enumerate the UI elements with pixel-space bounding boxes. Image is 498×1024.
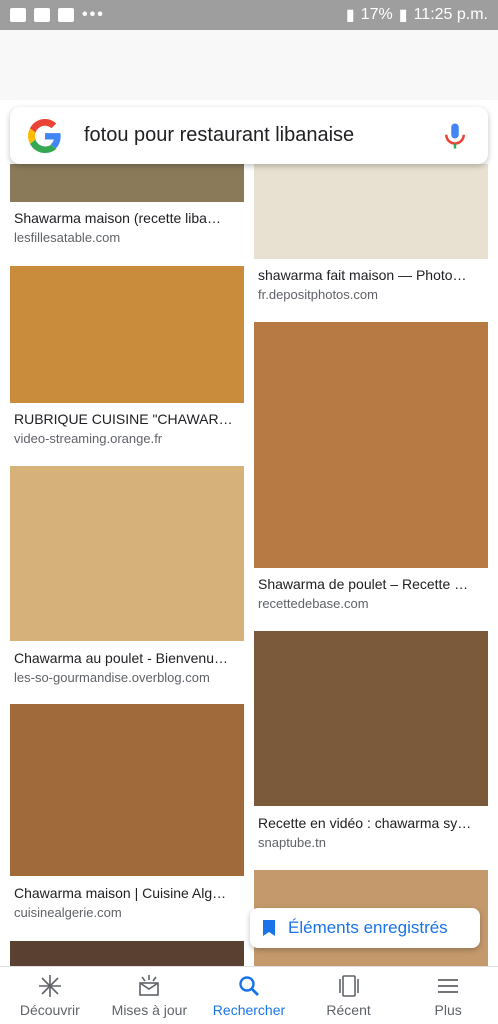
menu-icon — [438, 978, 459, 993]
result-thumbnail[interactable] — [10, 941, 244, 966]
search-icon — [239, 975, 259, 996]
bottom-navigation: Découvrir Mises à jour Rechercher Récent… — [0, 966, 498, 1024]
overflow-icon: ••• — [82, 6, 105, 23]
nav-label: Rechercher — [212, 1001, 286, 1018]
saved-items-button[interactable]: Éléments enregistrés — [250, 908, 480, 948]
result-source: recettedebase.com — [258, 596, 369, 611]
clock: 11:25 p.m. — [413, 6, 488, 23]
bookmark-icon — [263, 920, 275, 936]
result-source: fr.depositphotos.com — [258, 287, 378, 302]
result-source: snaptube.tn — [258, 835, 326, 850]
youtube-icon — [58, 8, 74, 22]
saved-items-label: Éléments enregistrés — [288, 918, 448, 937]
result-title: shawarma fait maison — Photo… — [258, 267, 467, 283]
nav-search[interactable]: Rechercher — [199, 967, 299, 1024]
nav-recent[interactable]: Récent — [299, 967, 399, 1024]
result-thumbnail[interactable] — [254, 631, 488, 806]
result-title: RUBRIQUE CUISINE "CHAWAR… — [14, 411, 233, 427]
result-title: Shawarma de poulet – Recette … — [258, 576, 469, 592]
result-card[interactable]: Recette en vidéo : chawarma sy… snaptube… — [254, 631, 488, 856]
nav-label: Découvrir — [19, 1001, 80, 1018]
result-thumbnail[interactable] — [10, 266, 244, 403]
result-card[interactable]: Shawarma maison (recette liba… lesfilles… — [10, 164, 244, 254]
gallery-icon — [10, 8, 26, 22]
battery-icon: ▮ — [398, 7, 408, 24]
search-bar[interactable]: fotou pour restaurant libanaise — [10, 107, 488, 164]
image-results-grid: Shawarma maison (recette liba… lesfilles… — [0, 164, 498, 966]
nav-discover[interactable]: Découvrir — [0, 967, 100, 1024]
result-thumbnail[interactable] — [10, 164, 244, 202]
nav-updates[interactable]: Mises à jour — [100, 967, 200, 1024]
result-title: Chawarma maison | Cuisine Alg… — [14, 885, 227, 901]
result-card[interactable]: shawarma fait maison — Photo… fr.deposit… — [254, 164, 488, 304]
microphone-icon[interactable] — [440, 121, 470, 151]
result-thumbnail[interactable] — [254, 322, 488, 568]
signal-icon: ▮ — [345, 7, 355, 24]
nav-label: Plus — [434, 1001, 462, 1018]
nav-label: Mises à jour — [111, 1001, 188, 1018]
status-bar: ••• ▮ 17% ▮ 11:25 p.m. — [0, 0, 498, 30]
result-card[interactable]: Chawarma maison | Cuisine Alg… cuisineal… — [10, 704, 244, 926]
google-logo-icon — [28, 118, 61, 153]
nav-more[interactable]: Plus — [398, 967, 498, 1024]
result-thumbnail[interactable] — [10, 466, 244, 641]
result-title: Chawarma au poulet - Bienvenu… — [14, 650, 229, 666]
result-card[interactable]: RUBRIQUE CUISINE "CHAWAR… video-streamin… — [10, 266, 244, 451]
result-card[interactable]: Chawarma au poulet - Bienvenu… les-so-go… — [10, 466, 244, 688]
result-source: video-streaming.orange.fr — [14, 431, 163, 446]
header-band — [0, 30, 498, 100]
result-card[interactable] — [10, 941, 244, 966]
nav-label: Récent — [326, 1001, 371, 1018]
result-title: Recette en vidéo : chawarma sy… — [258, 815, 472, 831]
result-source: les-so-gourmandise.overblog.com — [14, 670, 210, 685]
search-input[interactable]: fotou pour restaurant libanaise — [84, 124, 440, 147]
asterisk-icon — [38, 974, 61, 997]
result-title: Shawarma maison (recette liba… — [14, 210, 221, 226]
battery-level: 17% — [360, 6, 393, 23]
result-thumbnail[interactable] — [10, 704, 244, 876]
youtube-icon — [34, 8, 50, 22]
recent-icon — [338, 974, 359, 997]
updates-icon — [139, 974, 160, 996]
result-source: lesfillesatable.com — [14, 230, 121, 245]
result-source: cuisinealgerie.com — [14, 905, 122, 920]
result-thumbnail[interactable] — [254, 164, 488, 259]
result-card[interactable]: Shawarma de poulet – Recette … recettede… — [254, 322, 488, 612]
